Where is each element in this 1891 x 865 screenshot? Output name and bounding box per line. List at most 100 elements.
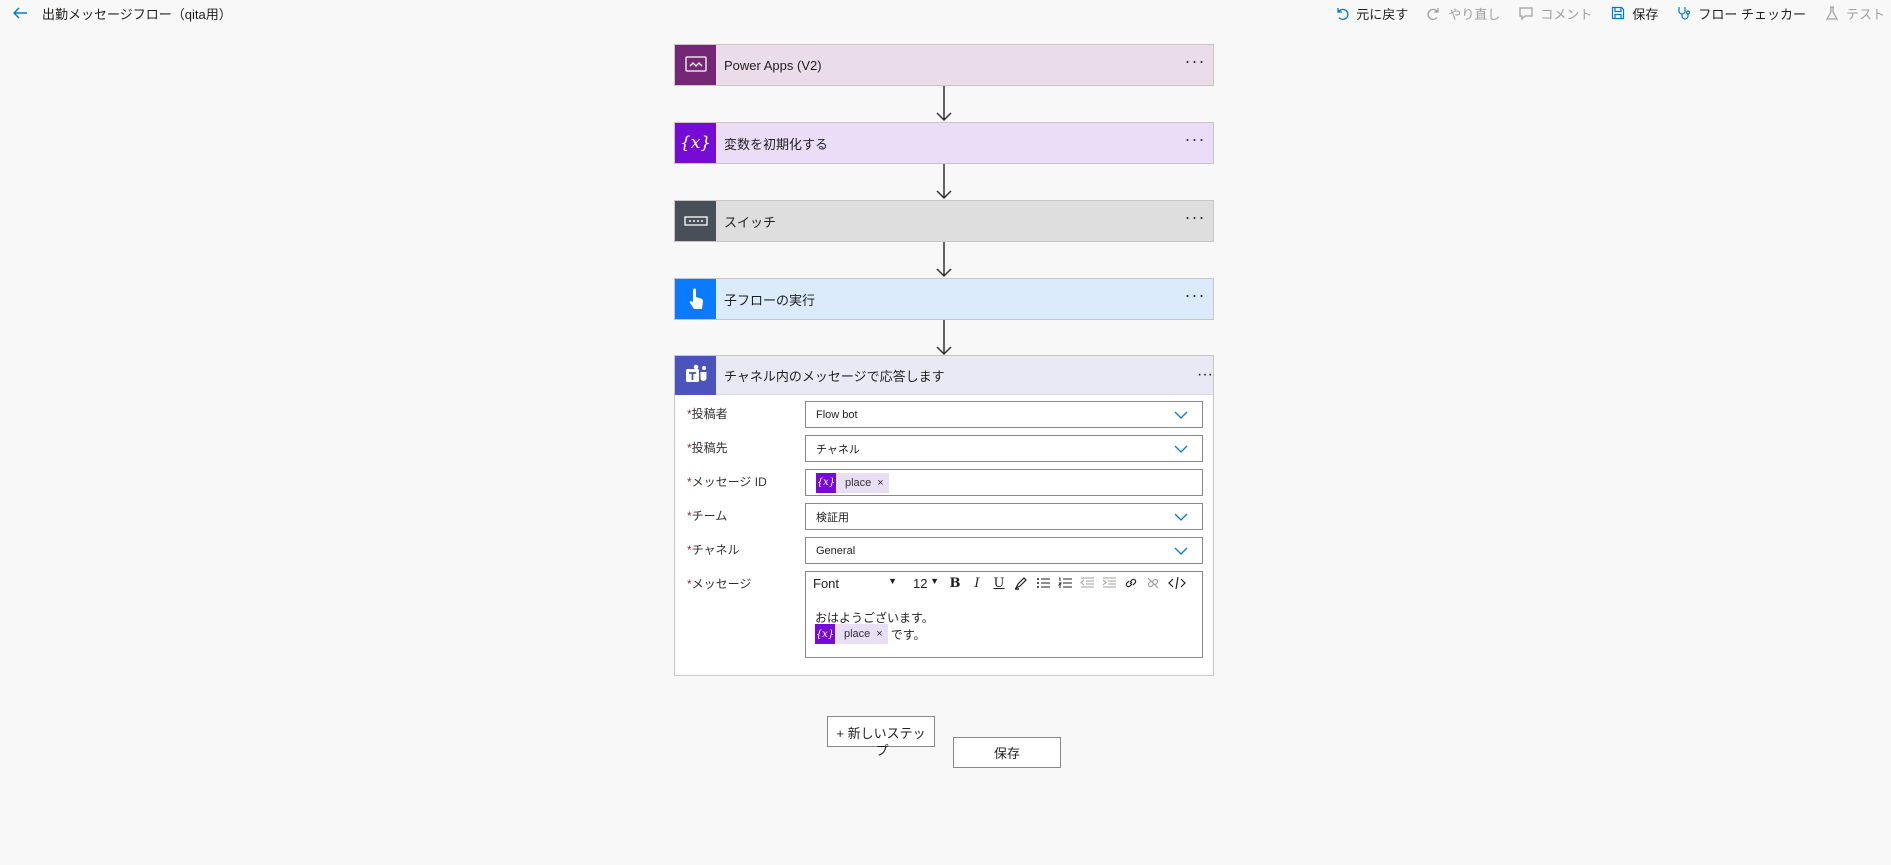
- power-apps-icon: [675, 45, 716, 85]
- back-arrow-icon[interactable]: [11, 4, 29, 22]
- redo-button[interactable]: やり直し: [1426, 4, 1500, 23]
- step-switch[interactable]: スイッチ ···: [674, 200, 1214, 242]
- save-button[interactable]: 保存: [953, 737, 1061, 768]
- remove-token-icon[interactable]: ×: [876, 628, 887, 640]
- dropdown-value: General: [816, 544, 856, 557]
- step-reply-channel-message: チャネル内のメッセージで応答します ··· *投稿者 Flow bot *投稿先…: [674, 355, 1214, 676]
- connector-arrow: [936, 86, 952, 122]
- connector-arrow: [936, 242, 952, 278]
- decrease-indent-icon[interactable]: [1078, 575, 1096, 591]
- caret-down-icon: ▼: [930, 576, 939, 586]
- field-label-text: メッセージ ID: [691, 475, 767, 489]
- step-power-apps[interactable]: Power Apps (V2) ···: [674, 44, 1214, 86]
- variable-symbol: {x}: [679, 133, 712, 153]
- variable-icon: {x}: [815, 624, 835, 644]
- test-label: テスト: [1845, 6, 1885, 22]
- poster-dropdown[interactable]: Flow bot: [805, 401, 1203, 428]
- more-options-icon[interactable]: ···: [1177, 52, 1213, 74]
- field-row-channel: *チャネル General: [675, 537, 1215, 565]
- unlink-icon[interactable]: [1144, 575, 1162, 591]
- teams-icon: [675, 355, 716, 395]
- stethoscope-icon: [1678, 7, 1691, 20]
- flow-title: 出勤メッセージフロー（qita用）: [42, 7, 232, 22]
- step-title: 変数を初期化する: [724, 136, 829, 152]
- more-options-icon[interactable]: ···: [1177, 208, 1213, 230]
- save-command-label: 保存: [1632, 6, 1659, 22]
- new-step-label-line2: プ: [875, 743, 889, 758]
- connector-arrow: [936, 164, 952, 200]
- flask-icon: [1825, 6, 1839, 20]
- new-step-button[interactable]: + 新しいステッ プ: [827, 716, 935, 758]
- redo-label: やり直し: [1448, 6, 1501, 22]
- font-size-value: 12: [913, 576, 928, 591]
- channel-dropdown[interactable]: General: [805, 537, 1203, 564]
- step-initialize-variable[interactable]: {x} 変数を初期化する ···: [674, 122, 1214, 164]
- field-label: *投稿者: [687, 405, 728, 422]
- field-label: *メッセージ: [687, 575, 751, 592]
- dynamic-content-token[interactable]: {x} place ×: [816, 472, 889, 493]
- more-options-icon[interactable]: ···: [1177, 286, 1213, 308]
- field-label: *チーム: [687, 507, 727, 524]
- message-suffix: です。: [890, 627, 926, 642]
- more-options-icon[interactable]: ···: [1197, 366, 1213, 384]
- step-run-child-flow[interactable]: 子フローの実行 ···: [674, 278, 1214, 320]
- chevron-down-icon: [1174, 445, 1188, 453]
- chevron-down-icon: [1174, 411, 1188, 419]
- switch-icon: [675, 201, 716, 241]
- token-label: place: [844, 628, 871, 640]
- step-title: スイッチ: [724, 214, 777, 230]
- font-size-select[interactable]: 12 ▼: [913, 576, 939, 591]
- flow-checker-button[interactable]: フロー チェッカー: [1676, 4, 1806, 23]
- bulleted-list-icon[interactable]: [1034, 575, 1052, 591]
- dropdown-value: チャネル: [816, 443, 860, 456]
- bold-icon[interactable]: B: [946, 575, 964, 591]
- dynamic-content-token[interactable]: {x} place ×: [815, 624, 888, 644]
- message-rich-text-editor[interactable]: Font ▼ 12 ▼ B I U おはようございます。 {x} place ×…: [805, 571, 1203, 658]
- step-title: 子フローの実行: [724, 292, 816, 308]
- flow-checker-label: フロー チェッカー: [1698, 6, 1806, 22]
- redo-icon: [1427, 8, 1439, 20]
- undo-icon: [1337, 8, 1349, 20]
- post-in-dropdown[interactable]: チャネル: [805, 435, 1203, 462]
- team-dropdown[interactable]: 検証用: [805, 503, 1203, 530]
- field-label-text: チャネル: [691, 543, 740, 557]
- step-title: チャネル内のメッセージで応答します: [724, 368, 945, 384]
- code-view-icon[interactable]: [1166, 575, 1188, 591]
- connector-arrow: [936, 320, 952, 356]
- highlight-pen-icon[interactable]: [1012, 575, 1030, 591]
- dropdown-value: Flow bot: [816, 408, 858, 421]
- command-bar: 元に戻す やり直し コメント 保存 フロー チェッカー テスト: [1316, 0, 1885, 26]
- chevron-down-icon: [1174, 547, 1188, 555]
- variable-icon: {x}: [816, 472, 836, 493]
- save-icon: [1612, 6, 1625, 20]
- remove-token-icon[interactable]: ×: [877, 477, 888, 489]
- variable-icon: {x}: [675, 123, 716, 163]
- underline-icon[interactable]: U: [990, 575, 1008, 591]
- field-row-poster: *投稿者 Flow bot: [675, 401, 1215, 429]
- comment-button[interactable]: コメント: [1518, 4, 1592, 23]
- chevron-down-icon: [1174, 513, 1188, 521]
- field-label-text: メッセージ: [691, 577, 752, 591]
- editor-toolbar: Font ▼ 12 ▼ B I U: [806, 573, 1202, 593]
- save-command-button[interactable]: 保存: [1610, 4, 1658, 23]
- test-button[interactable]: テスト: [1824, 4, 1885, 23]
- step-title: Power Apps (V2): [724, 57, 822, 73]
- comment-label: コメント: [1540, 6, 1593, 22]
- more-options-icon[interactable]: ···: [1177, 130, 1213, 152]
- increase-indent-icon[interactable]: [1100, 575, 1118, 591]
- field-label-text: 投稿者: [691, 407, 728, 421]
- caret-down-icon: ▼: [888, 576, 897, 586]
- italic-icon[interactable]: I: [968, 575, 986, 591]
- numbered-list-icon[interactable]: [1056, 575, 1074, 591]
- field-label-text: 投稿先: [691, 441, 728, 455]
- message-text-line2: {x} place × です。: [815, 624, 926, 644]
- field-label-text: チーム: [691, 509, 728, 523]
- font-family-value: Font: [813, 576, 840, 591]
- step-header[interactable]: チャネル内のメッセージで応答します ···: [675, 355, 1213, 395]
- font-family-select[interactable]: Font ▼: [813, 576, 897, 591]
- undo-button[interactable]: 元に戻す: [1334, 4, 1408, 23]
- field-label: *投稿先: [687, 439, 728, 456]
- link-icon[interactable]: [1122, 575, 1140, 591]
- message-id-input[interactable]: {x} place ×: [805, 469, 1203, 496]
- comment-icon: [1519, 7, 1533, 21]
